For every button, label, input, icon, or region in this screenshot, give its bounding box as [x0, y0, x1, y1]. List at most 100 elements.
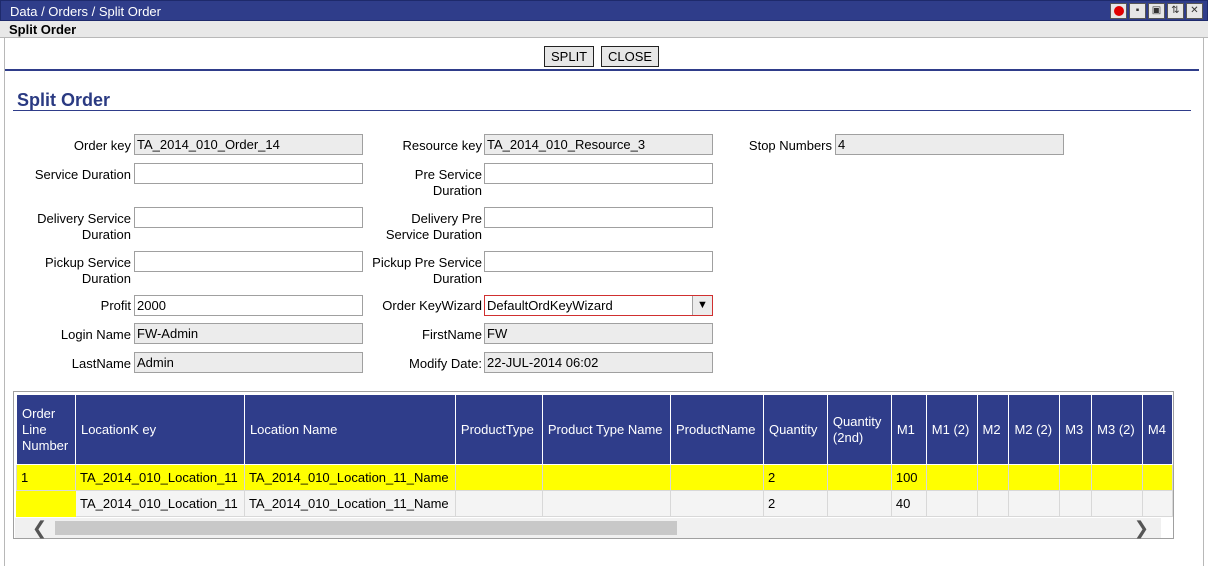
grid-cell[interactable] — [1141, 490, 1173, 517]
grid-cell[interactable] — [976, 464, 1010, 491]
label-line: Pickup Service — [45, 255, 131, 270]
label-line: Pre Service — [414, 167, 482, 182]
column-header[interactable]: Quantity (2nd) — [826, 394, 892, 465]
grid-cell[interactable]: 1 — [16, 464, 76, 491]
column-header[interactable]: LocationK ey — [74, 394, 245, 465]
grid-cell[interactable]: TA_2014_010_Location_11_Name — [243, 464, 456, 491]
grid-cell[interactable] — [1059, 490, 1093, 517]
stop-numbers-field[interactable]: 4 — [835, 134, 1064, 155]
label-line: Duration — [432, 183, 482, 198]
column-header[interactable]: Product Type Name — [541, 394, 672, 465]
modify-date-field[interactable]: 22-JUL-2014 06:02 — [484, 352, 713, 373]
scroll-left-icon[interactable]: ❮ — [32, 518, 47, 538]
window-controls: ▪ ▣ ⇅ ✕ — [1110, 3, 1203, 19]
grid-table: Order Line Number LocationK ey Location … — [16, 394, 1173, 517]
login-name-label: Login Name — [60, 327, 131, 342]
service-duration-field[interactable] — [134, 163, 363, 184]
grid-cell[interactable] — [1141, 464, 1173, 491]
grid-cell[interactable] — [925, 464, 978, 491]
column-header[interactable]: ProductType — [454, 394, 543, 465]
grid-cell[interactable] — [454, 490, 543, 517]
column-header[interactable]: M4 — [1141, 394, 1173, 465]
pre-service-duration-field[interactable] — [484, 163, 713, 184]
grid-cell[interactable] — [541, 464, 672, 491]
login-name-field[interactable]: FW-Admin — [134, 323, 363, 344]
window-titlebar: Data / Orders / Split Order ▪ ▣ ⇅ ✕ — [0, 0, 1208, 21]
first-name-field[interactable]: FW — [484, 323, 713, 344]
grid-cell[interactable] — [826, 490, 892, 517]
column-header[interactable]: M3 (2) — [1091, 394, 1143, 465]
grid-cell[interactable]: 2 — [762, 490, 828, 517]
scrollbar-thumb[interactable] — [55, 521, 677, 535]
grid-cell[interactable]: 2 — [762, 464, 828, 491]
last-name-field[interactable]: Admin — [134, 352, 363, 373]
close-button[interactable]: CLOSE — [601, 46, 660, 67]
grid-cell[interactable]: TA_2014_010_Location_11_Name — [243, 490, 456, 517]
grid-cell[interactable] — [16, 490, 76, 517]
grid-header-row: Order Line Number LocationK ey Location … — [16, 394, 1173, 465]
grid-cell[interactable]: TA_2014_010_Location_11 — [74, 464, 245, 491]
breadcrumb: Data / Orders / Split Order — [10, 4, 161, 19]
first-name-label: FirstName — [422, 327, 482, 342]
refresh-icon[interactable]: ⇅ — [1167, 3, 1184, 19]
pickup-pre-service-duration-label: Pickup Pre Service Duration — [364, 255, 482, 287]
delivery-service-duration-label: Delivery Service Duration — [20, 211, 131, 243]
profit-field[interactable]: 2000 — [134, 295, 363, 316]
order-key-wizard-value: DefaultOrdKeyWizard — [487, 298, 613, 313]
window-subtitle-bar: Split Order — [0, 21, 1208, 38]
order-key-label: Order key — [73, 138, 131, 153]
grid-cell[interactable] — [1091, 464, 1143, 491]
label-line: Pickup Pre Service — [372, 255, 482, 270]
column-header[interactable]: M2 — [976, 394, 1010, 465]
grid-cell[interactable] — [670, 490, 764, 517]
grid-cell[interactable] — [670, 464, 764, 491]
grid-cell[interactable] — [976, 490, 1010, 517]
close-icon[interactable]: ✕ — [1186, 3, 1203, 19]
label-line: Duration — [81, 271, 131, 286]
grid-cell[interactable] — [1008, 464, 1061, 491]
pickup-pre-service-duration-field[interactable] — [484, 251, 713, 272]
grid-cell[interactable]: TA_2014_010_Location_11 — [74, 490, 245, 517]
stop-numbers-label: Stop Numbers — [748, 138, 832, 153]
order-lines-grid: Order Line Number LocationK ey Location … — [13, 391, 1174, 539]
grid-cell[interactable] — [826, 464, 892, 491]
lock-icon[interactable]: ▣ — [1148, 3, 1165, 19]
table-row[interactable]: TA_2014_010_Location_11 TA_2014_010_Loca… — [16, 490, 1173, 517]
grid-cell[interactable] — [1059, 464, 1093, 491]
delivery-pre-service-duration-label: Delivery Pre Service Duration — [364, 211, 482, 243]
resource-key-field[interactable]: TA_2014_010_Resource_3 — [484, 134, 713, 155]
column-header[interactable]: Location Name — [243, 394, 456, 465]
horizontal-scrollbar[interactable]: ❮ ❯ — [15, 518, 1161, 538]
order-key-wizard-select[interactable]: DefaultOrdKeyWizard ▼ — [484, 295, 713, 316]
table-row[interactable]: 1 TA_2014_010_Location_11 TA_2014_010_Lo… — [16, 464, 1173, 491]
column-header[interactable]: M1 — [890, 394, 927, 465]
grid-cell[interactable] — [1091, 490, 1143, 517]
grid-cell[interactable]: 40 — [890, 490, 927, 517]
pickup-service-duration-field[interactable] — [134, 251, 363, 272]
pre-service-duration-label: Pre Service Duration — [364, 167, 482, 199]
delivery-service-duration-field[interactable] — [134, 207, 363, 228]
save-icon[interactable]: ▪ — [1129, 3, 1146, 19]
grid-cell[interactable] — [1008, 490, 1061, 517]
column-header[interactable]: M1 (2) — [925, 394, 978, 465]
heading-underline — [13, 110, 1191, 111]
column-header[interactable]: M2 (2) — [1008, 394, 1061, 465]
chevron-down-icon[interactable]: ▼ — [692, 296, 712, 315]
grid-cell[interactable] — [541, 490, 672, 517]
page-title: Split Order — [17, 90, 111, 110]
split-button[interactable]: SPLIT — [544, 46, 595, 67]
profit-label: Profit — [100, 298, 131, 313]
delivery-pre-service-duration-field[interactable] — [484, 207, 713, 228]
column-header[interactable]: ProductName — [670, 394, 764, 465]
column-header[interactable]: Order Line Number — [16, 394, 76, 465]
column-header[interactable]: M3 — [1059, 394, 1093, 465]
scroll-right-icon[interactable]: ❯ — [1134, 518, 1149, 538]
order-key-field[interactable]: TA_2014_010_Order_14 — [134, 134, 363, 155]
grid-cell[interactable] — [925, 490, 978, 517]
record-icon[interactable] — [1110, 3, 1127, 19]
label-line: Duration — [81, 227, 131, 242]
pickup-service-duration-label: Pickup Service Duration — [20, 255, 131, 287]
grid-cell[interactable]: 100 — [890, 464, 927, 491]
grid-cell[interactable] — [454, 464, 543, 491]
column-header[interactable]: Quantity — [762, 394, 828, 465]
